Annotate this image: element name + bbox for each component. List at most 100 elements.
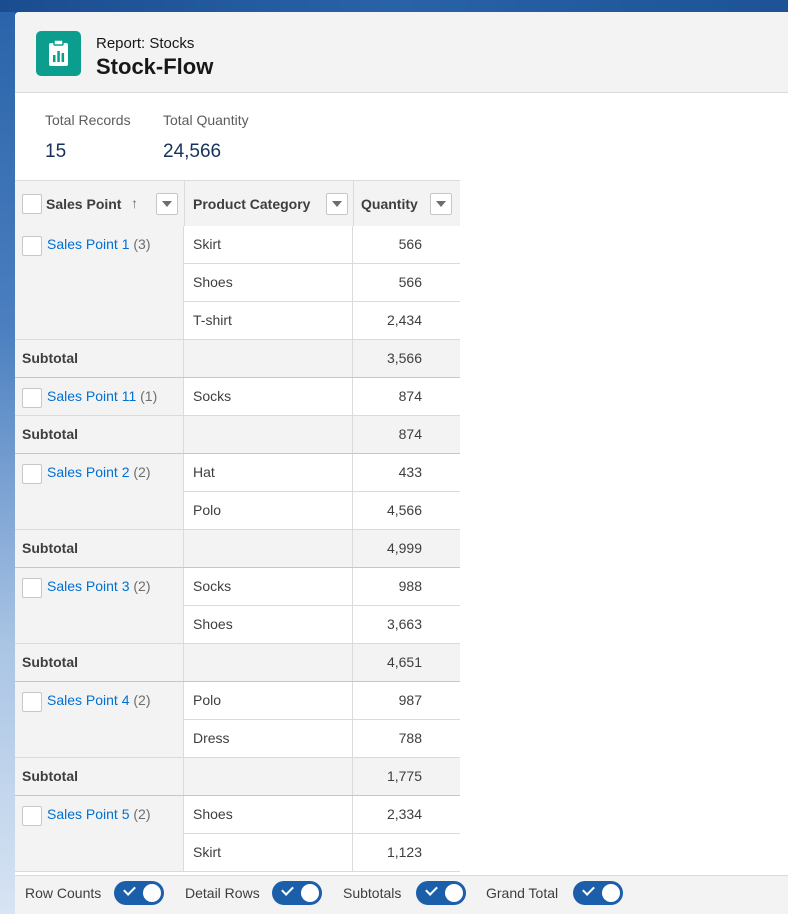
column-menu-sales-point[interactable]: [156, 193, 178, 215]
quantity-text: 788: [398, 730, 422, 746]
total-quantity-label: Total Quantity: [163, 112, 249, 128]
toggle-label-grand-total: Grand Total: [486, 885, 559, 901]
category-text: Shoes: [193, 274, 233, 290]
column-menu-quantity[interactable]: [430, 193, 452, 215]
group-row-count: (2): [133, 692, 151, 708]
table-cell-category: Shoes: [184, 796, 353, 834]
column-header-quantity[interactable]: Quantity: [353, 181, 460, 226]
select-all-checkbox[interactable]: [22, 194, 42, 214]
column-menu-product-category[interactable]: [326, 193, 348, 215]
quantity-text: 988: [398, 578, 422, 594]
table-cell-category: T-shirt: [184, 302, 353, 340]
toggle-knob: [301, 884, 319, 902]
grand-total-toggle[interactable]: [573, 881, 623, 905]
subtotal-empty-cell: [184, 758, 353, 795]
category-text: Hat: [193, 464, 215, 480]
group-link[interactable]: Sales Point 11 (1): [47, 388, 157, 404]
column-label-product-category: Product Category: [193, 196, 311, 212]
background-banner: [0, 0, 788, 12]
group-name[interactable]: Sales Point 4: [47, 692, 130, 708]
column-header-product-category[interactable]: Product Category: [184, 181, 354, 226]
checkmark-icon: [582, 883, 595, 896]
table-cell-quantity: 2,434: [353, 302, 460, 340]
table-cell-category: Shoes: [184, 264, 353, 302]
group-cell: Sales Point 11 (1): [15, 378, 184, 416]
group-link[interactable]: Sales Point 2 (2): [47, 464, 151, 480]
quantity-text: 3,663: [386, 616, 422, 632]
table-cell-category: Hat: [184, 454, 353, 492]
subtotal-label-cell: Subtotal: [15, 758, 184, 795]
row-checkbox[interactable]: [22, 692, 42, 712]
subtotals-toggle[interactable]: [416, 881, 466, 905]
subtotal-row: Subtotal 3,566: [15, 340, 460, 378]
group-row-count: (2): [133, 464, 151, 480]
group-name[interactable]: Sales Point 5: [47, 806, 130, 822]
table-cell-category: Skirt: [184, 226, 353, 264]
report-table: Sales Point ↑ Product Category Quantity …: [15, 180, 460, 883]
group-link[interactable]: Sales Point 5 (2): [47, 806, 151, 822]
group-row-count: (1): [140, 388, 158, 404]
report-header: Report: Stocks Stock-Flow: [15, 12, 788, 93]
table-cell-quantity: 788: [353, 720, 460, 758]
row-checkbox[interactable]: [22, 464, 42, 484]
subtotal-empty-cell: [184, 530, 353, 567]
group-name[interactable]: Sales Point 1: [47, 236, 130, 252]
category-text: Polo: [193, 502, 222, 518]
report-type-label: Report: Stocks: [96, 35, 195, 52]
subtotal-label: Subtotal: [22, 768, 78, 784]
toggle-knob: [143, 884, 161, 902]
row-checkbox[interactable]: [22, 806, 42, 826]
column-header-sales-point[interactable]: Sales Point ↑: [15, 181, 185, 226]
quantity-text: 4,566: [386, 502, 422, 518]
checkmark-icon: [123, 883, 136, 896]
group-link[interactable]: Sales Point 1 (3): [47, 236, 151, 252]
quantity-text: 2,334: [386, 806, 422, 822]
toggle-label-row-counts: Row Counts: [25, 885, 102, 901]
table-cell-quantity: 874: [353, 378, 460, 416]
quantity-text: 566: [398, 274, 422, 290]
report-footer-toggles: Row Counts Detail Rows Subtotals Grand T…: [15, 875, 788, 914]
row-checkbox[interactable]: [22, 236, 42, 256]
subtotal-value: 874: [398, 426, 422, 442]
table-cell-quantity: 566: [353, 264, 460, 302]
table-header-row: Sales Point ↑ Product Category Quantity: [15, 181, 460, 227]
group-name[interactable]: Sales Point 2: [47, 464, 130, 480]
subtotal-row: Subtotal 1,775: [15, 758, 460, 796]
sort-ascending-icon[interactable]: ↑: [131, 195, 138, 211]
group-name[interactable]: Sales Point 3: [47, 578, 130, 594]
table-cell-category: Socks: [184, 568, 353, 606]
column-label-quantity: Quantity: [361, 196, 418, 212]
group-row-count: (3): [133, 236, 151, 252]
group-cell: Sales Point 1 (3): [15, 226, 184, 340]
toggle-knob: [445, 884, 463, 902]
checkmark-icon: [281, 883, 294, 896]
page-title: Stock-Flow: [96, 54, 214, 79]
row-checkbox[interactable]: [22, 578, 42, 598]
subtotal-label: Subtotal: [22, 654, 78, 670]
category-text: Socks: [193, 578, 232, 594]
category-text: T-shirt: [193, 312, 232, 328]
subtotal-label-cell: Subtotal: [15, 530, 184, 567]
category-text: Skirt: [193, 236, 221, 252]
quantity-text: 1,123: [386, 844, 422, 860]
group-link[interactable]: Sales Point 3 (2): [47, 578, 151, 594]
table-cell-category: Socks: [184, 378, 353, 416]
subtotal-value: 4,999: [386, 540, 422, 556]
group-link[interactable]: Sales Point 4 (2): [47, 692, 151, 708]
table-cell-category: Polo: [184, 492, 353, 530]
category-text: Skirt: [193, 844, 221, 860]
group-cell: Sales Point 3 (2): [15, 568, 184, 644]
row-counts-toggle[interactable]: [114, 881, 164, 905]
table-cell-category: Polo: [184, 682, 353, 720]
subtotal-row: Subtotal 874: [15, 416, 460, 454]
checkmark-icon: [425, 883, 438, 896]
group-name[interactable]: Sales Point 11: [47, 388, 136, 404]
total-records-label: Total Records: [45, 112, 131, 128]
toggle-label-detail-rows: Detail Rows: [185, 885, 260, 901]
detail-rows-toggle[interactable]: [272, 881, 322, 905]
category-text: Shoes: [193, 806, 233, 822]
total-records-value: 15: [45, 141, 67, 162]
subtotal-label: Subtotal: [22, 350, 78, 366]
row-checkbox[interactable]: [22, 388, 42, 408]
subtotal-empty-cell: [184, 644, 353, 681]
